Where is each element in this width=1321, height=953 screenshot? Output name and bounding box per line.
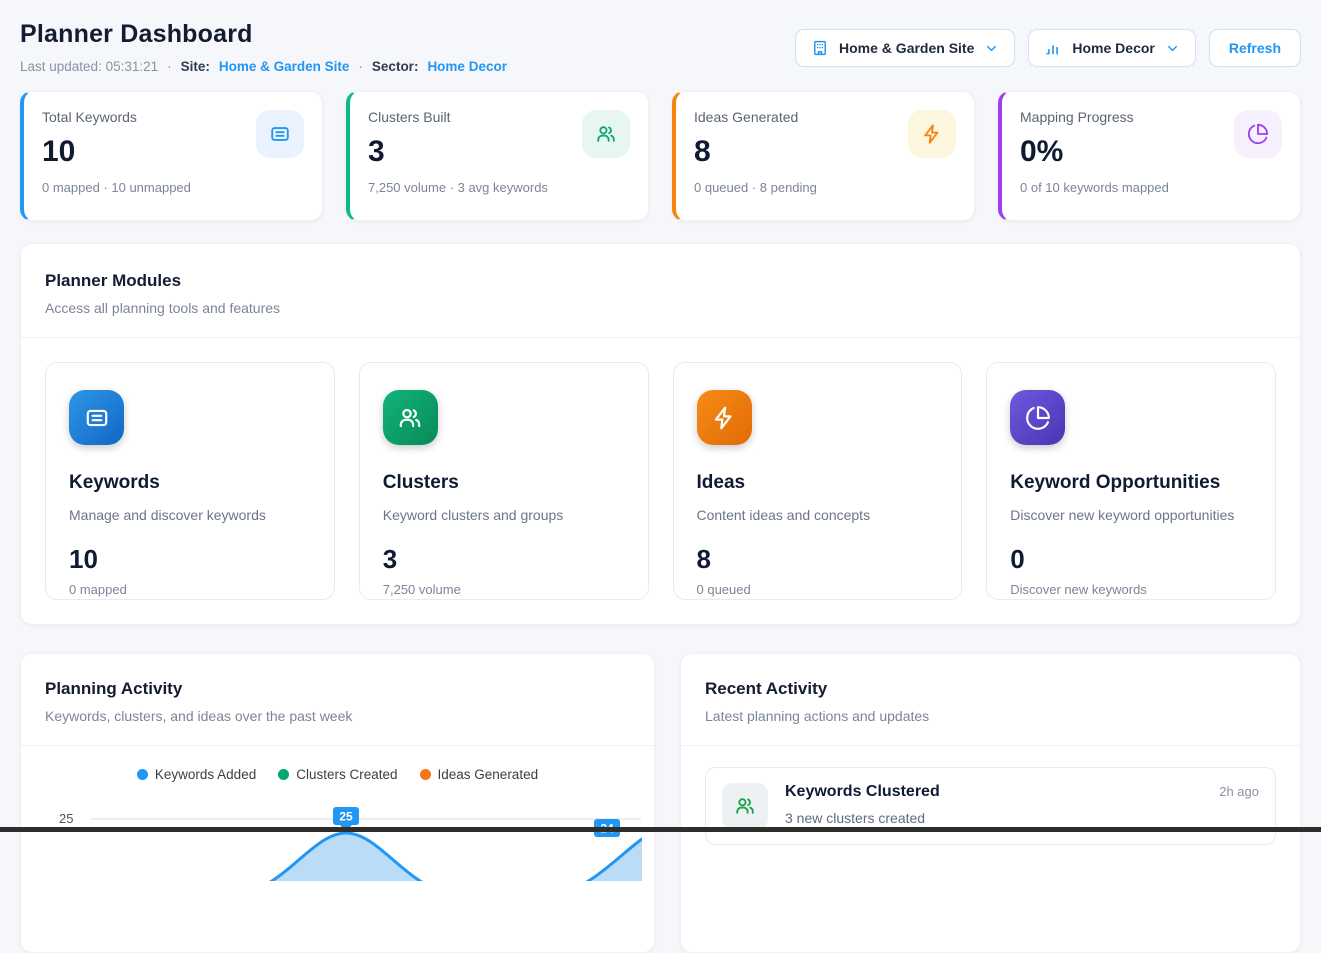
legend-dot-icon <box>278 769 289 780</box>
module-description: Keyword clusters and groups <box>383 507 625 523</box>
module-description: Manage and discover keywords <box>69 507 311 523</box>
stat-detail: 0 of 10 keywords mapped <box>1020 180 1282 195</box>
bottom-row: Planning Activity Keywords, clusters, an… <box>20 653 1301 953</box>
recent-activity-header: Recent Activity Latest planning actions … <box>681 654 1300 745</box>
activity-item-description: 3 new clusters created <box>785 810 1259 826</box>
legend-dot-icon <box>137 769 148 780</box>
sector-selector-label: Home Decor <box>1072 40 1154 56</box>
module-card-clusters[interactable]: Clusters Keyword clusters and groups 3 7… <box>359 362 649 600</box>
sector-link[interactable]: Home Decor <box>427 59 507 74</box>
activity-item-title-row: Keywords Clustered 2h ago <box>785 783 1259 801</box>
page-title: Planner Dashboard <box>20 20 507 49</box>
planning-activity-card: Planning Activity Keywords, clusters, an… <box>20 653 655 953</box>
module-detail: 0 mapped <box>69 582 311 597</box>
section-title: Recent Activity <box>705 679 1276 699</box>
planner-dashboard-page: Planner Dashboard Last updated: 05:31:21… <box>0 0 1321 953</box>
planning-activity-header: Planning Activity Keywords, clusters, an… <box>21 654 654 745</box>
users-icon <box>582 110 630 158</box>
module-card-keyword-opportunities[interactable]: Keyword Opportunities Discover new keywo… <box>986 362 1276 600</box>
sector-selector-dropdown[interactable]: Home Decor <box>1028 29 1195 67</box>
zap-icon <box>908 110 956 158</box>
legend-item-keywords-added: Keywords Added <box>137 767 256 782</box>
breadcrumb: Last updated: 05:31:21 · Site: Home & Ga… <box>20 59 507 74</box>
site-link[interactable]: Home & Garden Site <box>219 59 350 74</box>
module-card-keywords[interactable]: Keywords Manage and discover keywords 10… <box>45 362 335 600</box>
pie-chart-icon <box>1234 110 1282 158</box>
page-header: Planner Dashboard Last updated: 05:31:21… <box>20 0 1301 74</box>
site-selector-label: Home & Garden Site <box>839 40 974 56</box>
module-description: Content ideas and concepts <box>697 507 939 523</box>
legend-label: Keywords Added <box>155 767 256 782</box>
legend-label: Clusters Created <box>296 767 397 782</box>
modules-grid: Keywords Manage and discover keywords 10… <box>21 338 1300 624</box>
refresh-button[interactable]: Refresh <box>1209 29 1301 67</box>
stat-detail: 7,250 volume · 3 avg keywords <box>368 180 630 195</box>
legend-label: Ideas Generated <box>438 767 539 782</box>
list-icon <box>69 390 124 445</box>
stat-card-ideas-generated: Ideas Generated 8 0 queued · 8 pending <box>672 91 975 221</box>
zap-icon <box>697 390 752 445</box>
module-value: 0 <box>1010 544 1252 575</box>
planner-modules-panel: Planner Modules Access all planning tool… <box>20 243 1301 625</box>
toolbar: Home & Garden Site Home Decor Refresh <box>795 20 1301 67</box>
chevron-down-icon <box>984 41 999 56</box>
separator-dot: · <box>358 59 363 74</box>
module-title: Keywords <box>69 472 311 494</box>
module-detail: Discover new keywords <box>1010 582 1252 597</box>
activity-item-title: Keywords Clustered <box>785 783 940 801</box>
module-value: 8 <box>697 544 939 575</box>
module-title: Ideas <box>697 472 939 494</box>
pie-chart-icon <box>1010 390 1065 445</box>
section-subtitle: Keywords, clusters, and ideas over the p… <box>45 708 630 724</box>
refresh-button-label: Refresh <box>1229 40 1281 56</box>
section-subtitle: Latest planning actions and updates <box>705 708 1276 724</box>
bar-chart-icon <box>1044 39 1062 57</box>
legend-dot-icon <box>420 769 431 780</box>
last-updated-text: Last updated: 05:31:21 <box>20 59 158 74</box>
activity-item-body: Keywords Clustered 2h ago 3 new clusters… <box>785 783 1259 826</box>
stat-card-total-keywords: Total Keywords 10 0 mapped · 10 unmapped <box>20 91 323 221</box>
stat-card-mapping-progress: Mapping Progress 0% 0 of 10 keywords map… <box>998 91 1301 221</box>
section-title: Planning Activity <box>45 679 630 699</box>
module-title: Keyword Opportunities <box>1010 472 1252 494</box>
module-value: 10 <box>69 544 311 575</box>
chevron-down-icon <box>1165 41 1180 56</box>
separator-dot: · <box>167 59 172 74</box>
stats-row: Total Keywords 10 0 mapped · 10 unmapped… <box>20 91 1301 221</box>
module-description: Discover new keyword opportunities <box>1010 507 1252 523</box>
legend-item-clusters-created: Clusters Created <box>278 767 397 782</box>
section-subtitle: Access all planning tools and features <box>45 300 1276 316</box>
header-left: Planner Dashboard Last updated: 05:31:21… <box>20 20 507 74</box>
stat-detail: 0 queued · 8 pending <box>694 180 956 195</box>
planner-modules-header: Planner Modules Access all planning tool… <box>21 244 1300 337</box>
module-value: 3 <box>383 544 625 575</box>
site-selector-dropdown[interactable]: Home & Garden Site <box>795 29 1015 67</box>
area-chart: 25 25 24 <box>21 795 654 881</box>
module-card-ideas[interactable]: Ideas Content ideas and concepts 8 0 que… <box>673 362 963 600</box>
window-bottom-edge <box>0 827 1321 832</box>
chart-legend: Keywords Added Clusters Created Ideas Ge… <box>21 767 654 782</box>
legend-item-ideas-generated: Ideas Generated <box>420 767 539 782</box>
module-detail: 0 queued <box>697 582 939 597</box>
sector-label: Sector: <box>372 59 419 74</box>
section-title: Planner Modules <box>45 271 1276 291</box>
module-title: Clusters <box>383 472 625 494</box>
y-axis-tick: 25 <box>59 811 73 826</box>
chart-plot-area: 25 24 <box>85 795 642 881</box>
activity-list-item[interactable]: Keywords Clustered 2h ago 3 new clusters… <box>705 767 1276 845</box>
recent-activity-card: Recent Activity Latest planning actions … <box>680 653 1301 953</box>
users-icon <box>383 390 438 445</box>
list-icon <box>256 110 304 158</box>
area-fill <box>245 833 642 881</box>
users-icon <box>722 783 768 829</box>
activity-item-timestamp: 2h ago <box>1219 784 1259 799</box>
module-detail: 7,250 volume <box>383 582 625 597</box>
stat-card-clusters-built: Clusters Built 3 7,250 volume · 3 avg ke… <box>346 91 649 221</box>
divider <box>681 745 1300 746</box>
svg-text:25: 25 <box>339 810 353 824</box>
stat-detail: 0 mapped · 10 unmapped <box>42 180 304 195</box>
divider <box>21 745 654 746</box>
site-label: Site: <box>181 59 210 74</box>
building-icon <box>811 39 829 57</box>
